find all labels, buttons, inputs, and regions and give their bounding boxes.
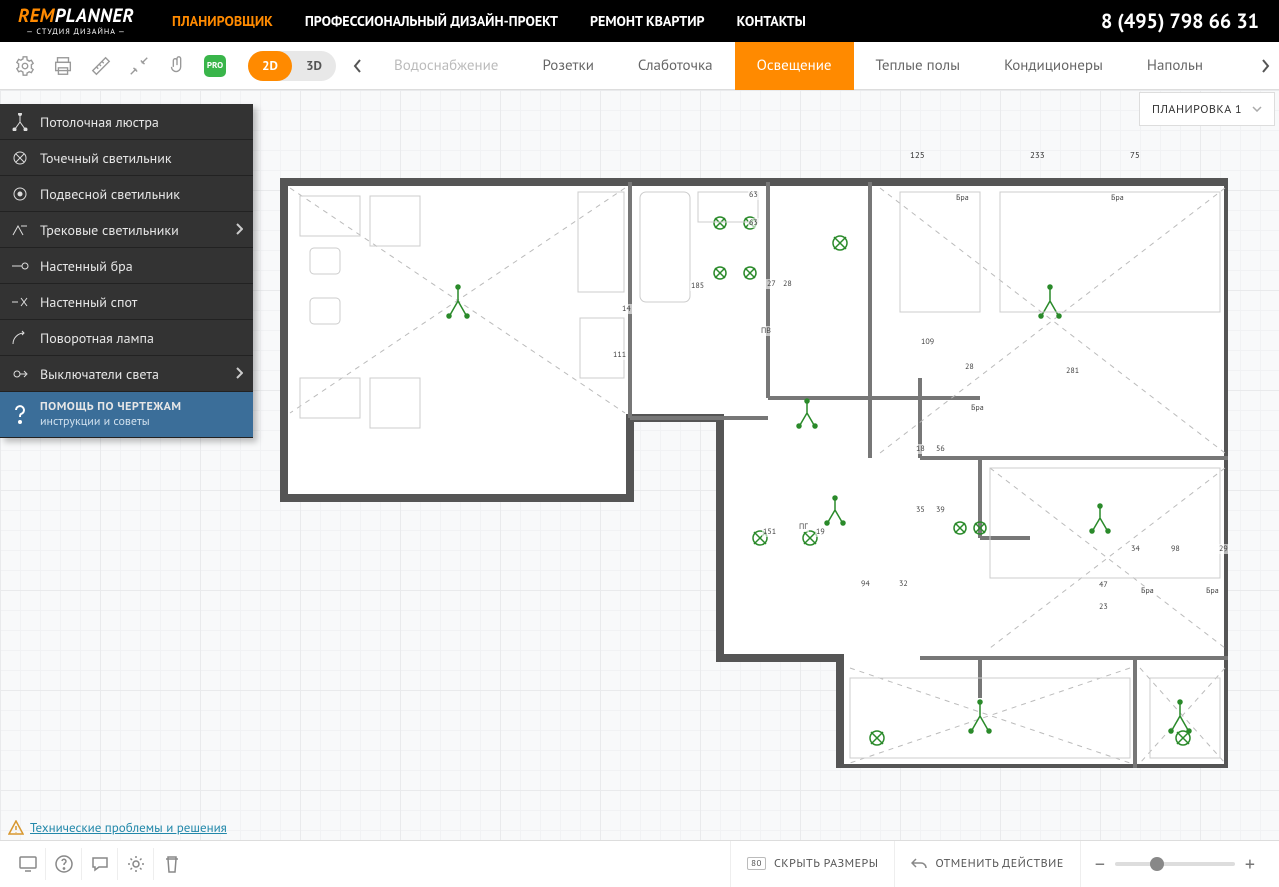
- print-icon[interactable]: [48, 51, 78, 81]
- undo-button[interactable]: ОТМЕНИТЬ ДЕЙСТВИЕ: [894, 841, 1079, 887]
- help-title: ПОМОЩЬ ПО ЧЕРТЕЖАМ: [40, 400, 181, 414]
- view-toggle: 2D 3D: [248, 51, 336, 81]
- chandelier-icon: [0, 113, 40, 131]
- palette-switches[interactable]: Выключатели света: [0, 356, 253, 392]
- logo-rem: REM: [18, 4, 55, 28]
- help-icon[interactable]: [46, 848, 82, 880]
- layout-select[interactable]: ПЛАНИРОВКА 1: [1139, 92, 1275, 126]
- tools-icon[interactable]: [124, 51, 154, 81]
- palette-label: Выключатели света: [40, 365, 159, 383]
- settings-icon[interactable]: [10, 51, 40, 81]
- question-icon: [0, 405, 40, 425]
- tab-water[interactable]: Водоснабжение: [372, 42, 520, 90]
- floor-plan[interactable]: [280, 178, 1228, 768]
- gear-icon[interactable]: [118, 848, 154, 880]
- palette-track[interactable]: Трековые светильники: [0, 212, 253, 248]
- logo[interactable]: REMPLANNER — СТУДИЯ ДИЗАЙНА —: [18, 7, 134, 36]
- phone-number[interactable]: 8 (495) 798 66 31: [1101, 8, 1259, 34]
- palette-pendant[interactable]: Подвесной светильник: [0, 176, 253, 212]
- tabs-scroll-right[interactable]: [1251, 42, 1279, 90]
- nav-renovate[interactable]: РЕМОНТ КВАРТИР: [590, 12, 705, 30]
- palette-label: Подвесной светильник: [40, 185, 180, 203]
- dim-top: 75: [1130, 150, 1140, 161]
- bottom-toolbar: 80 СКРЫТЬ РАЗМЕРЫ ОТМЕНИТЬ ДЕЙСТВИЕ − +: [0, 840, 1279, 886]
- palette-sconce[interactable]: Настенный бра: [0, 248, 253, 284]
- zoom-in-button[interactable]: +: [1245, 851, 1255, 877]
- switch-icon: [0, 366, 40, 382]
- chevron-right-icon: [235, 365, 243, 383]
- tab-ac[interactable]: Кондиционеры: [982, 42, 1125, 90]
- zoom-out-button[interactable]: −: [1095, 851, 1105, 877]
- palette-label: Точечный светильник: [40, 149, 172, 167]
- tab-lighting[interactable]: Освещение: [735, 42, 854, 90]
- toolbar: PRO 2D 3D Водоснабжение Розетки Слаботоч…: [0, 42, 1279, 90]
- hide-sizes-badge: 80: [747, 857, 766, 870]
- wallspot-icon: [0, 295, 40, 309]
- logo-planner: PLANNER: [55, 4, 134, 28]
- dim-top: 125: [910, 150, 925, 161]
- tab-floor[interactable]: Напольн: [1125, 42, 1225, 90]
- chat-icon[interactable]: [82, 848, 118, 880]
- zoom-control: − +: [1080, 841, 1269, 887]
- help-sub: инструкции и советы: [40, 415, 181, 429]
- main-nav: ПЛАНИРОВЩИК ПРОФЕССИОНАЛЬНЫЙ ДИЗАЙН-ПРОЕ…: [172, 12, 1101, 30]
- undo-icon: [911, 857, 927, 871]
- screen-icon[interactable]: [10, 848, 46, 880]
- tab-sockets[interactable]: Розетки: [520, 42, 615, 90]
- chevron-right-icon: [235, 221, 243, 239]
- measure-icon[interactable]: [86, 51, 116, 81]
- tab-warmfloor[interactable]: Теплые полы: [854, 42, 983, 90]
- palette-spot[interactable]: Точечный светильник: [0, 140, 253, 176]
- layout-select-label: ПЛАНИРОВКА 1: [1152, 102, 1242, 117]
- palette-label: Настенный бра: [40, 257, 133, 275]
- top-header: REMPLANNER — СТУДИЯ ДИЗАЙНА — ПЛАНИРОВЩИ…: [0, 0, 1279, 42]
- nav-contacts[interactable]: КОНТАКТЫ: [737, 12, 806, 30]
- spot-icon: [0, 150, 40, 166]
- hide-sizes-button[interactable]: 80 СКРЫТЬ РАЗМЕРЫ: [730, 841, 894, 887]
- zoom-slider[interactable]: [1115, 862, 1235, 866]
- track-icon: [0, 223, 40, 237]
- palette-label: Трековые светильники: [40, 221, 179, 239]
- trash-icon[interactable]: [154, 848, 190, 880]
- view-2d-button[interactable]: 2D: [248, 51, 292, 81]
- palette-wallspot[interactable]: Настенный спот: [0, 284, 253, 320]
- dim-top: 233: [1030, 150, 1045, 161]
- sconce-icon: [0, 260, 40, 272]
- tabs-scroll-left[interactable]: [344, 42, 372, 90]
- palette-help[interactable]: ПОМОЩЬ ПО ЧЕРТЕЖАМ инструкции и советы: [0, 392, 253, 438]
- palette-label: Настенный спот: [40, 293, 137, 311]
- hand-icon[interactable]: [162, 51, 192, 81]
- palette-label: Потолочная люстра: [40, 113, 159, 131]
- tab-lowvolt[interactable]: Слаботочка: [616, 42, 735, 90]
- nav-design[interactable]: ПРОФЕССИОНАЛЬНЫЙ ДИЗАЙН-ПРОЕКТ: [305, 12, 558, 30]
- view-3d-button[interactable]: 3D: [292, 51, 336, 81]
- tech-issues-link[interactable]: Технические проблемы и решения: [8, 819, 227, 836]
- category-tabs: Водоснабжение Розетки Слаботочка Освещен…: [372, 42, 1251, 90]
- palette-chandelier[interactable]: Потолочная люстра: [0, 104, 253, 140]
- logo-subtitle: — СТУДИЯ ДИЗАЙНА —: [18, 28, 134, 36]
- lighting-palette: Потолочная люстра Точечный светильник По…: [0, 104, 253, 438]
- pro-badge[interactable]: PRO: [200, 51, 230, 81]
- palette-swivel[interactable]: Поворотная лампа: [0, 320, 253, 356]
- nav-planner[interactable]: ПЛАНИРОВЩИК: [172, 12, 273, 30]
- pendant-icon: [0, 186, 40, 202]
- palette-label: Поворотная лампа: [40, 329, 154, 347]
- swivel-icon: [0, 330, 40, 346]
